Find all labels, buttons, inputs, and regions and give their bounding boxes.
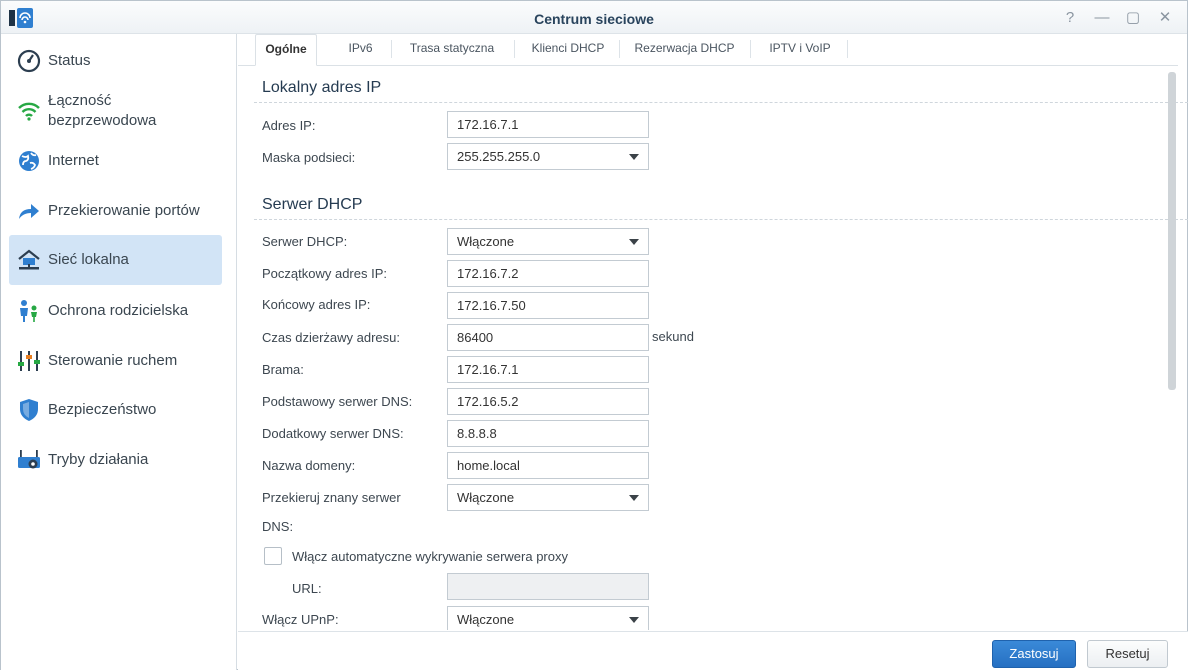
sidebar-item-label: Ochrona rodzicielska (48, 302, 189, 319)
globe-icon (19, 151, 39, 171)
lease-time-unit: sekund (652, 329, 694, 344)
sidebar-item-port-forwarding[interactable]: Przekierowanie portów (9, 186, 222, 236)
main-content: Ogólne IPv6 Trasa statyczna Klienci DHCP… (238, 34, 1188, 670)
sidebar: Status Łączność bezprzewodowa Internet P… (1, 34, 237, 670)
secondary-dns-field[interactable]: 8.8.8.8 (447, 420, 649, 447)
minimize-icon[interactable]: — (1091, 7, 1113, 29)
gateway-field[interactable]: 172.16.7.1 (447, 356, 649, 383)
chevron-down-icon (629, 495, 639, 501)
apply-button[interactable]: Zastosuj (992, 640, 1076, 668)
sidebar-item-traffic-control[interactable]: Sterowanie ruchem (9, 336, 222, 386)
sidebar-item-label: Przekierowanie portów (48, 202, 200, 219)
title-bar: Centrum sieciowe ? — ▢ ✕ (1, 1, 1187, 34)
chevron-down-icon (629, 154, 639, 160)
ip-address-field[interactable]: 172.16.7.1 (447, 111, 649, 138)
reset-button[interactable]: Resetuj (1087, 640, 1168, 668)
router-gear-icon (18, 450, 40, 469)
forward-dns-value: Włączone (457, 490, 515, 505)
sliders-icon (18, 351, 40, 371)
section-divider (254, 219, 1188, 220)
sidebar-item-status[interactable]: Status (9, 36, 222, 86)
sidebar-item-label: Sterowanie ruchem (48, 352, 178, 369)
primary-dns-label: Podstawowy serwer DNS: (262, 394, 413, 409)
proxy-autodetect-label: Włącz automatyczne wykrywanie serwera pr… (292, 549, 568, 564)
tab-dhcp-reservation[interactable]: Rezerwacja DHCP (624, 34, 745, 65)
upnp-select[interactable]: Włączone (447, 606, 649, 630)
footer-bar: Zastosuj Resetuj (238, 631, 1188, 670)
ip-address-label: Adres IP: (262, 118, 316, 133)
upnp-value: Włączone (457, 612, 515, 627)
forward-dns-label: Przekieruj znany serwer (262, 490, 401, 505)
primary-dns-field[interactable]: 172.16.5.2 (447, 388, 649, 415)
sidebar-item-local-network[interactable]: Sieć lokalna (9, 235, 222, 285)
sidebar-item-label: Internet (48, 152, 99, 169)
sidebar-item-label: Status (48, 52, 91, 69)
start-ip-label: Początkowy adres IP: (262, 266, 387, 281)
chevron-down-icon (629, 617, 639, 623)
subnet-mask-value: 255.255.255.0 (457, 149, 541, 164)
section-title-dhcp: Serwer DHCP (262, 196, 363, 213)
scrollbar[interactable] (1168, 72, 1176, 390)
lease-time-field[interactable]: 86400 (447, 324, 649, 351)
sidebar-item-wireless[interactable]: Łączność bezprzewodowa (9, 86, 222, 136)
chevron-down-icon (629, 239, 639, 245)
sidebar-item-label: Tryby działania (48, 451, 149, 468)
secondary-dns-label: Dodatkowy serwer DNS: (262, 426, 404, 441)
start-ip-field[interactable]: 172.16.7.2 (447, 260, 649, 287)
home-network-icon (18, 249, 40, 270)
sidebar-item-label: Sieć lokalna (48, 251, 129, 268)
upnp-label: Włącz UPnP: (262, 612, 339, 627)
tab-divider (391, 40, 392, 58)
lease-time-label: Czas dzierżawy adresu: (262, 330, 400, 345)
dhcp-server-value: Włączone (457, 234, 515, 249)
tab-dhcp-clients[interactable]: Klienci DHCP (520, 34, 616, 65)
forward-dns-label-continued: DNS: (262, 519, 294, 534)
end-ip-label: Końcowy adres IP: (262, 297, 371, 312)
gauge-icon (17, 49, 41, 73)
domain-name-field[interactable]: home.local (447, 452, 649, 479)
tab-divider (514, 40, 515, 58)
tab-iptv-voip[interactable]: IPTV i VoIP (756, 34, 844, 65)
sidebar-item-parental-control[interactable]: Ochrona rodzicielska (9, 286, 222, 336)
tab-static-route[interactable]: Trasa statyczna (396, 34, 508, 65)
dhcp-server-label: Serwer DHCP: (262, 234, 348, 249)
sidebar-item-label: Bezpieczeństwo (48, 401, 157, 418)
subnet-mask-select[interactable]: 255.255.255.0 (447, 143, 649, 170)
tab-general[interactable]: Ogólne (255, 34, 317, 66)
tab-bar: Ogólne IPv6 Trasa statyczna Klienci DHCP… (238, 34, 1178, 66)
maximize-icon[interactable]: ▢ (1122, 7, 1144, 29)
gateway-label: Brama: (262, 362, 304, 377)
close-icon[interactable]: ✕ (1154, 7, 1176, 29)
arrow-forward-icon (19, 204, 39, 219)
family-icon (20, 300, 37, 322)
url-label: URL: (292, 581, 322, 596)
domain-name-label: Nazwa domeny: (262, 458, 356, 473)
wifi-icon (18, 102, 40, 121)
forward-dns-select[interactable]: Włączone (447, 484, 649, 511)
network-center-window: Centrum sieciowe ? — ▢ ✕ Status Łączność… (0, 0, 1188, 670)
dhcp-server-select[interactable]: Włączone (447, 228, 649, 255)
sidebar-item-operation-modes[interactable]: Tryby działania (9, 435, 222, 485)
proxy-autodetect-checkbox[interactable] (264, 547, 282, 565)
tab-divider (847, 40, 848, 58)
url-field[interactable] (447, 573, 649, 600)
section-divider (254, 102, 1188, 103)
help-icon[interactable]: ? (1059, 7, 1081, 29)
sidebar-item-security[interactable]: Bezpieczeństwo (9, 385, 222, 435)
window-title: Centrum sieciowe (534, 11, 654, 27)
sidebar-item-internet[interactable]: Internet (9, 136, 222, 186)
subnet-mask-label: Maska podsieci: (262, 150, 356, 165)
tab-divider (750, 40, 751, 58)
tab-divider (619, 40, 620, 58)
sidebar-item-label: Łączność bezprzewodowa (48, 92, 157, 129)
shield-icon (20, 399, 38, 421)
section-title-local-ip: Lokalny adres IP (262, 79, 382, 96)
tab-ipv6[interactable]: IPv6 (333, 34, 388, 65)
end-ip-field[interactable]: 172.16.7.50 (447, 292, 649, 319)
